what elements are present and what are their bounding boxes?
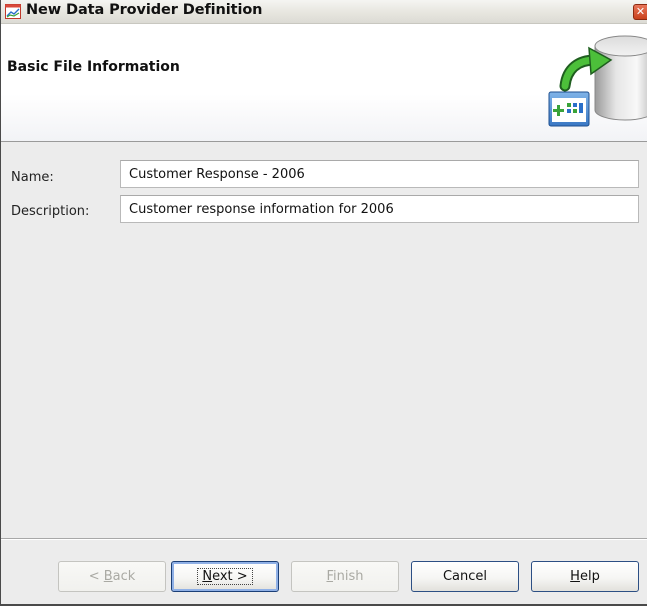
wizard-dialog: New Data Provider Definition ✕ Basic Fil… <box>0 0 647 606</box>
cancel-button-label: Cancel <box>442 569 488 584</box>
back-button-mnemonic: B <box>103 569 113 584</box>
back-button-prefix: < <box>88 569 104 584</box>
wizard-content: Name: Description: < Back Next > Finish … <box>1 142 647 605</box>
finish-button-label: inish <box>333 569 364 584</box>
help-button[interactable]: Help <box>531 561 639 592</box>
description-field[interactable] <box>120 195 639 223</box>
cancel-button[interactable]: Cancel <box>411 561 519 592</box>
next-button-mnemonic: N <box>202 569 213 584</box>
next-button-label: ext > <box>212 569 248 584</box>
name-label: Name: <box>11 170 54 185</box>
finish-button[interactable]: Finish <box>291 561 399 592</box>
help-button-mnemonic: H <box>570 569 580 584</box>
name-field[interactable] <box>120 160 639 188</box>
back-button[interactable]: < Back <box>58 561 166 592</box>
close-icon: ✕ <box>635 5 646 18</box>
next-button-focus: Next > <box>197 568 253 585</box>
next-button[interactable]: Next > <box>171 561 279 592</box>
page-title: Basic File Information <box>7 59 180 75</box>
footer-divider <box>1 538 647 540</box>
database-add-icon <box>548 35 647 127</box>
back-button-label: ack <box>112 569 136 584</box>
window-title: New Data Provider Definition <box>26 2 263 18</box>
chart-app-icon <box>5 4 21 19</box>
close-button[interactable]: ✕ <box>633 4 647 20</box>
help-button-label: elp <box>579 569 600 584</box>
description-label: Description: <box>11 204 90 219</box>
title-bar[interactable]: New Data Provider Definition ✕ <box>1 0 647 24</box>
